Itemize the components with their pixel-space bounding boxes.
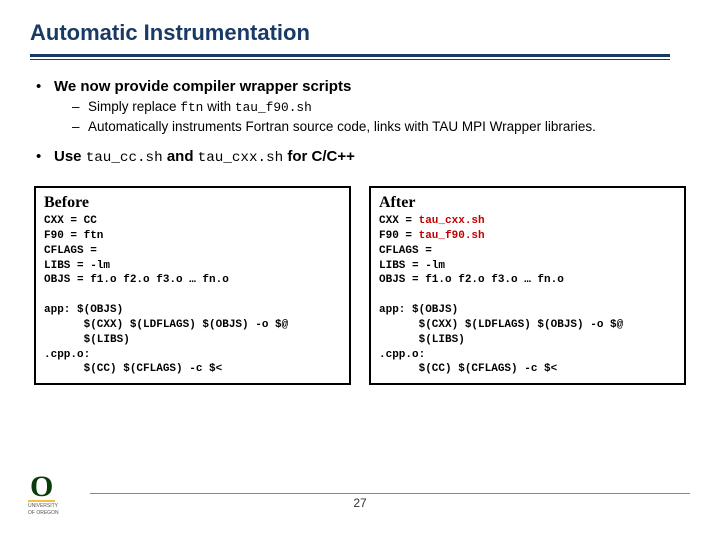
slide-title: Automatic Instrumentation (30, 20, 690, 46)
code-line: app: $(OBJS) (379, 304, 458, 316)
bullet-1: • We now provide compiler wrapper script… (36, 78, 690, 95)
bullet-1a: – Simply replace ftn with tau_f90.sh (72, 99, 690, 115)
before-code: CXX = CC F90 = ftn CFLAGS = LIBS = -lm O… (44, 214, 341, 377)
code-line: CXX = tau_cxx.sh (379, 215, 485, 227)
before-box: Before CXX = CC F90 = ftn CFLAGS = LIBS … (34, 186, 351, 385)
bullet-1b: – Automatically instruments Fortran sour… (72, 119, 690, 134)
slide: Automatic Instrumentation • We now provi… (0, 0, 720, 540)
dash-marker: – (72, 119, 88, 134)
code-tau-cxx: tau_cxx.sh (198, 150, 284, 166)
code-columns: Before CXX = CC F90 = ftn CFLAGS = LIBS … (30, 186, 690, 385)
logo-letter: O (28, 475, 55, 502)
code-line: F90 = ftn (44, 230, 103, 242)
code-line: $(CXX) $(LDFLAGS) $(OBJS) -o $@ (379, 319, 623, 331)
text-fragment: with (203, 99, 235, 114)
code-tau-cc: tau_cc.sh (86, 150, 163, 166)
text-fragment: for C/C++ (283, 148, 355, 165)
code-line: .cpp.o: (379, 349, 425, 361)
code-line: $(CC) $(CFLAGS) -c $< (379, 363, 557, 375)
code-tau-f90: tau_f90.sh (235, 100, 312, 115)
code-line: CFLAGS = (44, 245, 97, 257)
footer-rule (90, 493, 690, 494)
bullet-1a-text: Simply replace ftn with tau_f90.sh (88, 99, 312, 115)
highlighted-code: tau_cxx.sh (419, 215, 485, 227)
before-title: Before (44, 194, 341, 212)
code-line: app: $(OBJS) (44, 304, 123, 316)
dash-marker: – (72, 99, 88, 114)
university-logo: O UNIVERSITY OF OREGON (28, 475, 78, 516)
after-box: After CXX = tau_cxx.sh F90 = tau_f90.sh … (369, 186, 686, 385)
code-line: CXX = CC (44, 215, 97, 227)
text-fragment: CXX = (379, 215, 419, 227)
bullet-1b-text: Automatically instruments Fortran source… (88, 119, 596, 134)
bullet-marker: • (36, 148, 54, 165)
code-line: CFLAGS = (379, 245, 432, 257)
code-line: .cpp.o: (44, 349, 90, 361)
bullet-2-text: Use tau_cc.sh and tau_cxx.sh for C/C++ (54, 148, 355, 166)
code-line: LIBS = -lm (44, 260, 110, 272)
highlighted-code: tau_f90.sh (419, 230, 485, 242)
text-fragment: and (163, 148, 198, 165)
code-line: $(CC) $(CFLAGS) -c $< (44, 363, 222, 375)
code-line: F90 = tau_f90.sh (379, 230, 485, 242)
bullet-marker: • (36, 78, 54, 95)
text-fragment: Use (54, 148, 86, 165)
code-ftn: ftn (180, 100, 203, 115)
code-line: $(LIBS) (379, 334, 465, 346)
title-underline (30, 54, 670, 60)
logo-text-1: UNIVERSITY (28, 504, 78, 509)
code-line: $(LIBS) (44, 334, 130, 346)
bullet-list: • We now provide compiler wrapper script… (36, 78, 690, 166)
after-code: CXX = tau_cxx.sh F90 = tau_f90.sh CFLAGS… (379, 214, 676, 377)
page-number: 27 (0, 496, 720, 510)
bullet-2: • Use tau_cc.sh and tau_cxx.sh for C/C++ (36, 148, 690, 166)
code-line: LIBS = -lm (379, 260, 445, 272)
bullet-1-text: We now provide compiler wrapper scripts (54, 78, 351, 95)
code-line: OBJS = f1.o f2.o f3.o … fn.o (44, 274, 229, 286)
text-fragment: F90 = (379, 230, 419, 242)
after-title: After (379, 194, 676, 212)
code-line: OBJS = f1.o f2.o f3.o … fn.o (379, 274, 564, 286)
text-fragment: Simply replace (88, 99, 180, 114)
logo-text-2: OF OREGON (28, 511, 78, 516)
code-line: $(CXX) $(LDFLAGS) $(OBJS) -o $@ (44, 319, 288, 331)
